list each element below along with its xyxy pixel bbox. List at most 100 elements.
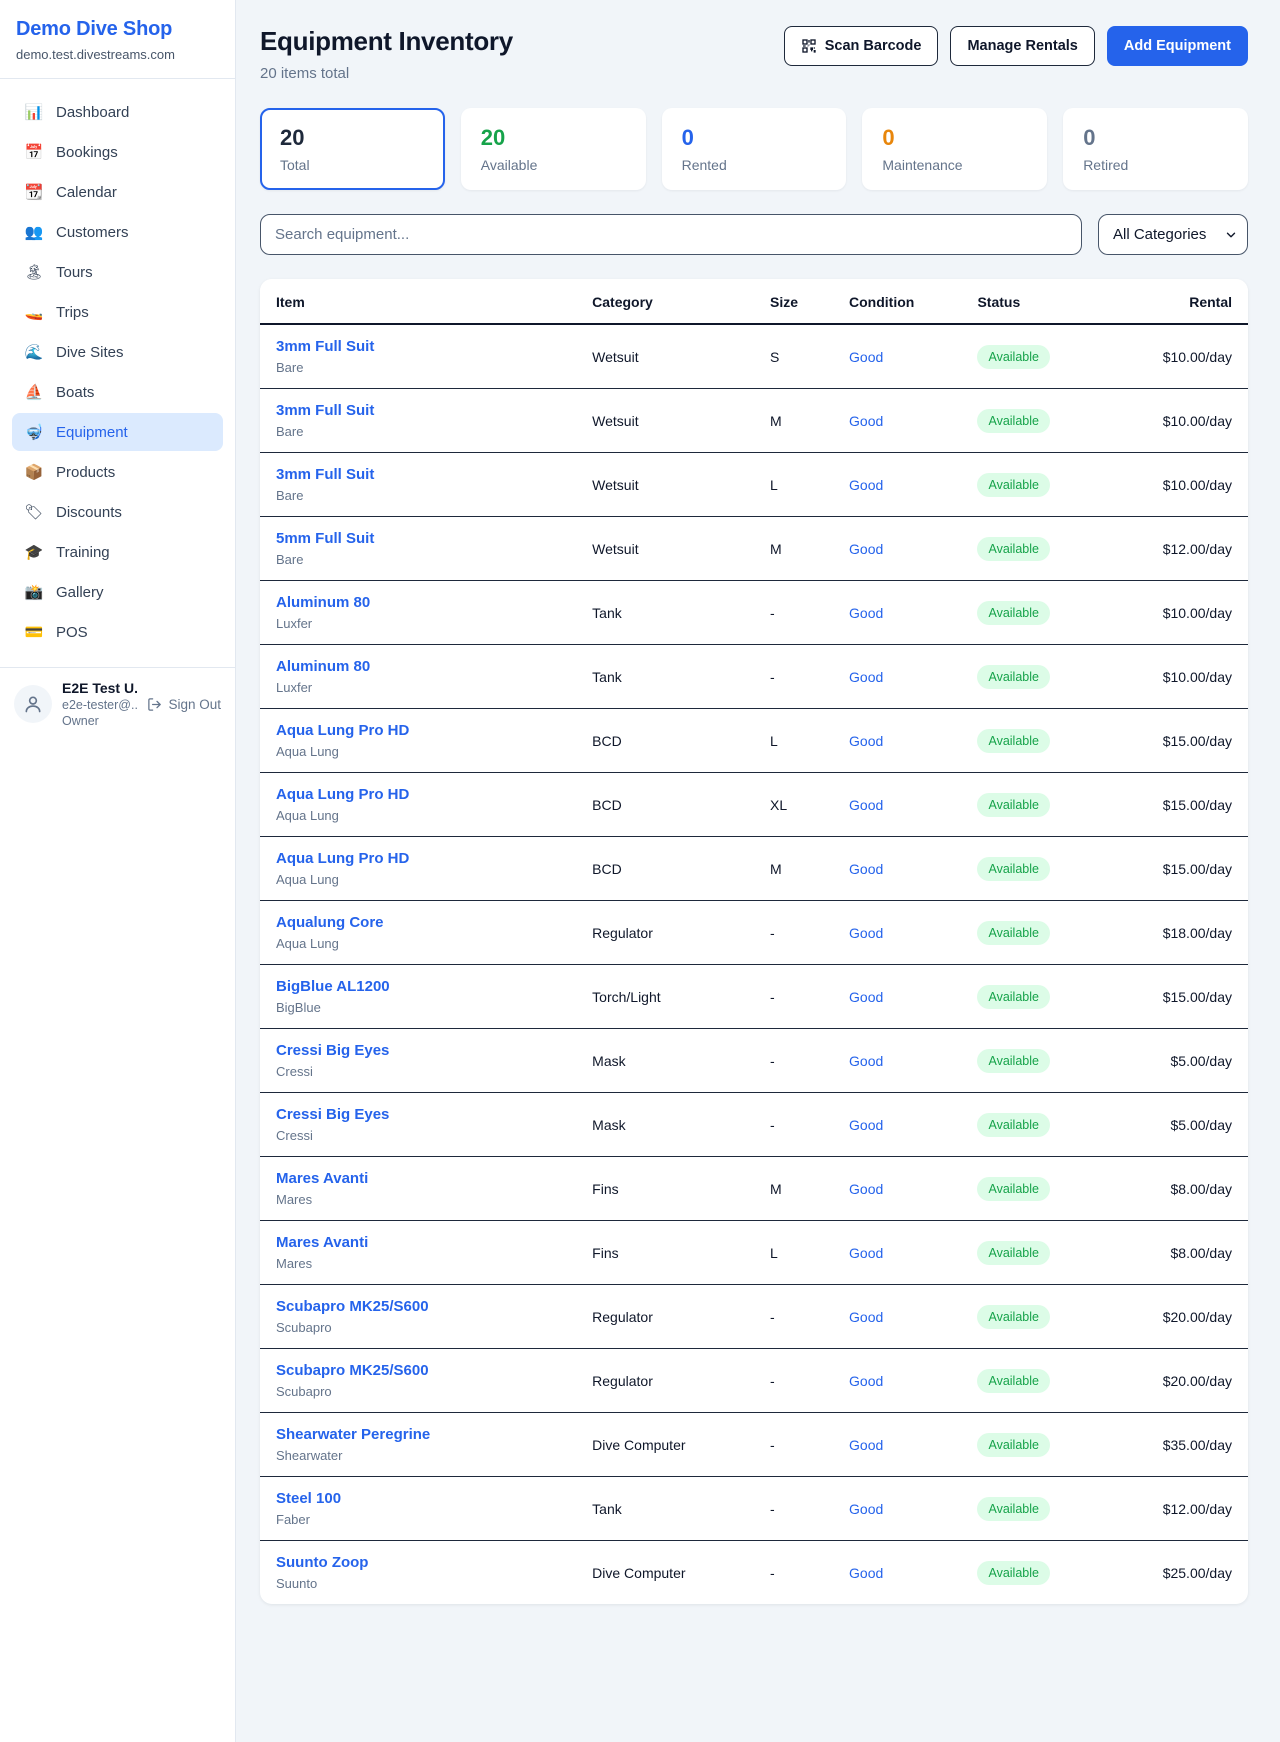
sidebar-item-pos[interactable]: 💳 POS: [12, 613, 223, 651]
sidebar: Demo Dive Shop demo.test.divestreams.com…: [0, 0, 236, 1742]
condition-link[interactable]: Good: [849, 1245, 883, 1261]
sidebar-item-dashboard[interactable]: 📊 Dashboard: [12, 93, 223, 131]
status-badge: Available: [977, 345, 1050, 369]
condition-link[interactable]: Good: [849, 349, 883, 365]
condition-link[interactable]: Good: [849, 1565, 883, 1581]
equipment-name-link[interactable]: Mares Avanti: [276, 1234, 368, 1251]
size-cell: -: [754, 1413, 833, 1477]
credit-card-icon: 💳: [24, 623, 44, 641]
equipment-name-link[interactable]: 3mm Full Suit: [276, 402, 374, 419]
scan-barcode-button[interactable]: Scan Barcode: [784, 26, 939, 66]
equipment-name-link[interactable]: Cressi Big Eyes: [276, 1042, 389, 1059]
condition-link[interactable]: Good: [849, 541, 883, 557]
add-equipment-button[interactable]: Add Equipment: [1107, 26, 1248, 66]
condition-link[interactable]: Good: [849, 413, 883, 429]
manage-rentals-label: Manage Rentals: [967, 38, 1077, 54]
equipment-name-link[interactable]: Aluminum 80: [276, 658, 370, 675]
equipment-name-link[interactable]: Scubapro MK25/S600: [276, 1362, 429, 1379]
condition-link[interactable]: Good: [849, 925, 883, 941]
category-cell: Dive Computer: [576, 1541, 754, 1605]
condition-link[interactable]: Good: [849, 1117, 883, 1133]
sidebar-item-trips[interactable]: 🚤 Trips: [12, 293, 223, 331]
sidebar-item-tours[interactable]: 🏝 Tours: [12, 253, 223, 291]
equipment-name-link[interactable]: 3mm Full Suit: [276, 338, 374, 355]
category-select[interactable]: All Categories: [1098, 214, 1248, 255]
equipment-brand: Shearwater: [276, 1448, 560, 1463]
status-badge: Available: [977, 1241, 1050, 1265]
table-row: Mares Avanti Mares Fins M Good Available…: [260, 1157, 1248, 1221]
equipment-brand: Bare: [276, 360, 560, 375]
sidebar-item-discounts[interactable]: 🏷 Discounts: [12, 493, 223, 531]
equipment-name-link[interactable]: 3mm Full Suit: [276, 466, 374, 483]
sidebar-item-customers[interactable]: 👥 Customers: [12, 213, 223, 251]
search-input[interactable]: [260, 214, 1082, 255]
sidebar-item-dive-sites[interactable]: 🌊 Dive Sites: [12, 333, 223, 371]
equipment-brand: Mares: [276, 1192, 560, 1207]
brand-block: Demo Dive Shop demo.test.divestreams.com: [0, 0, 235, 79]
table-row: Steel 100 Faber Tank - Good Available $1…: [260, 1477, 1248, 1541]
rental-rate-cell: $8.00/day: [1100, 1221, 1248, 1285]
equipment-name-link[interactable]: Aqualung Core: [276, 914, 384, 931]
equipment-name-link[interactable]: Aqua Lung Pro HD: [276, 722, 409, 739]
size-cell: M: [754, 837, 833, 901]
rental-rate-cell: $12.00/day: [1100, 517, 1248, 581]
island-icon: 🏝: [24, 263, 44, 281]
sailboat-icon: ⛵: [24, 383, 44, 401]
sidebar-user-section: E2E Test U... e2e-tester@... Owner Sign …: [0, 667, 235, 744]
condition-link[interactable]: Good: [849, 1501, 883, 1517]
sign-out-label: Sign Out: [168, 697, 221, 712]
stat-card-maintenance[interactable]: 0 Maintenance: [862, 108, 1047, 190]
condition-link[interactable]: Good: [849, 733, 883, 749]
category-cell: BCD: [576, 773, 754, 837]
sign-out-button[interactable]: Sign Out: [147, 697, 221, 712]
manage-rentals-button[interactable]: Manage Rentals: [950, 26, 1094, 66]
equipment-name-link[interactable]: Aqua Lung Pro HD: [276, 850, 409, 867]
equipment-name-link[interactable]: Aluminum 80: [276, 594, 370, 611]
equipment-name-link[interactable]: 5mm Full Suit: [276, 530, 374, 547]
size-cell: L: [754, 1221, 833, 1285]
rental-rate-cell: $8.00/day: [1100, 1157, 1248, 1221]
stat-card-total[interactable]: 20 Total: [260, 108, 445, 190]
status-badge: Available: [977, 921, 1050, 945]
table-row: Aluminum 80 Luxfer Tank - Good Available…: [260, 645, 1248, 709]
status-badge: Available: [977, 1497, 1050, 1521]
sidebar-item-equipment[interactable]: 🤿 Equipment: [12, 413, 223, 451]
condition-link[interactable]: Good: [849, 1053, 883, 1069]
sidebar-item-gallery[interactable]: 📸 Gallery: [12, 573, 223, 611]
stat-card-available[interactable]: 20 Available: [461, 108, 646, 190]
sidebar-item-calendar[interactable]: 📆 Calendar: [12, 173, 223, 211]
equipment-name-link[interactable]: Shearwater Peregrine: [276, 1426, 430, 1443]
condition-link[interactable]: Good: [849, 1373, 883, 1389]
brand-title[interactable]: Demo Dive Shop: [16, 18, 219, 41]
equipment-name-link[interactable]: Scubapro MK25/S600: [276, 1298, 429, 1315]
user-meta: E2E Test U... e2e-tester@... Owner: [62, 680, 137, 728]
condition-link[interactable]: Good: [849, 605, 883, 621]
condition-link[interactable]: Good: [849, 477, 883, 493]
condition-link[interactable]: Good: [849, 861, 883, 877]
condition-link[interactable]: Good: [849, 797, 883, 813]
rental-rate-cell: $15.00/day: [1100, 837, 1248, 901]
table-row: Aqualung Core Aqua Lung Regulator - Good…: [260, 901, 1248, 965]
sidebar-item-training[interactable]: 🎓 Training: [12, 533, 223, 571]
condition-link[interactable]: Good: [849, 669, 883, 685]
rental-rate-cell: $15.00/day: [1100, 965, 1248, 1029]
equipment-name-link[interactable]: Aqua Lung Pro HD: [276, 786, 409, 803]
stat-value: 0: [1083, 125, 1228, 151]
stat-label: Total: [280, 157, 425, 173]
equipment-name-link[interactable]: Suunto Zoop: [276, 1554, 368, 1571]
dive-mask-icon: 🤿: [24, 423, 44, 441]
stats-row: 20 Total 20 Available 0 Rented 0 Mainten…: [260, 108, 1248, 190]
condition-link[interactable]: Good: [849, 1309, 883, 1325]
sidebar-item-bookings[interactable]: 📅 Bookings: [12, 133, 223, 171]
condition-link[interactable]: Good: [849, 989, 883, 1005]
equipment-name-link[interactable]: Steel 100: [276, 1490, 341, 1507]
equipment-name-link[interactable]: Mares Avanti: [276, 1170, 368, 1187]
equipment-name-link[interactable]: BigBlue AL1200: [276, 978, 390, 995]
stat-card-rented[interactable]: 0 Rented: [662, 108, 847, 190]
sidebar-item-boats[interactable]: ⛵ Boats: [12, 373, 223, 411]
stat-card-retired[interactable]: 0 Retired: [1063, 108, 1248, 190]
condition-link[interactable]: Good: [849, 1437, 883, 1453]
sidebar-item-products[interactable]: 📦 Products: [12, 453, 223, 491]
equipment-name-link[interactable]: Cressi Big Eyes: [276, 1106, 389, 1123]
condition-link[interactable]: Good: [849, 1181, 883, 1197]
